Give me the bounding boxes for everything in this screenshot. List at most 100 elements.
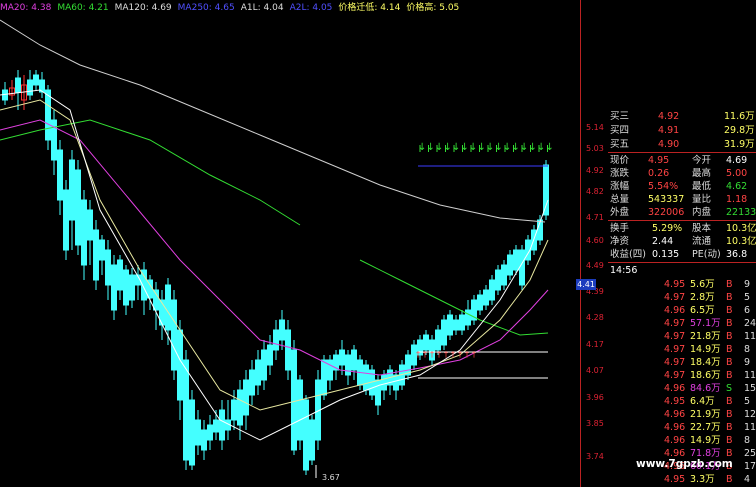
- stat-label: 今开: [692, 155, 712, 166]
- stat-label: 涨幅: [610, 181, 630, 192]
- axis-tick: 3.74: [586, 452, 604, 461]
- candle-body: [201, 429, 207, 451]
- candle-body: [393, 374, 399, 391]
- axis-tick: 4.92: [586, 166, 604, 175]
- sell-marker: †: [444, 350, 448, 359]
- stat-value: 36.8: [726, 249, 748, 260]
- tick-volume: 5.6万: [690, 279, 715, 290]
- stat-value: 1.18: [726, 194, 748, 205]
- tick-side: B: [726, 396, 733, 407]
- candle-body: [57, 149, 63, 201]
- candle-body: [123, 269, 129, 306]
- tick-price: 4.96: [664, 383, 686, 394]
- trade-tick-row: 4.95 5.6万 B 9: [608, 278, 756, 291]
- tick-side: B: [726, 357, 733, 368]
- stat-value: 5.29%: [652, 223, 683, 234]
- sell-marker: †: [430, 350, 434, 359]
- trade-tick-row: 4.96 14.9万 B 8: [608, 434, 756, 447]
- candle-body: [501, 264, 507, 286]
- candle-body: [351, 349, 357, 371]
- candle-body: [75, 169, 81, 246]
- buy-marker: ↓: [478, 142, 486, 153]
- tick-count: 5: [744, 396, 751, 407]
- buy-marker: ↓: [427, 142, 435, 153]
- tick-price: 4.96: [664, 422, 686, 433]
- candle-body: [375, 379, 381, 406]
- candle-body: [441, 319, 447, 346]
- tick-volume: 6.4万: [690, 396, 715, 407]
- stat-value: 543337: [648, 194, 685, 205]
- tick-volume: 14.9万: [690, 344, 721, 355]
- indicator-7: 价格高: 5.05: [406, 3, 460, 13]
- stat-label: 净资: [610, 236, 630, 247]
- tick-volume: 22.7万: [690, 422, 721, 433]
- candle-body: [255, 359, 261, 386]
- candle-body: [231, 399, 237, 421]
- stat-label: 最低: [692, 181, 712, 192]
- candle-body: [477, 294, 483, 311]
- candle-body: [249, 369, 255, 396]
- buy-marker: ↓: [418, 142, 426, 153]
- candle-body: [69, 159, 75, 221]
- buy-marker: ↓: [520, 142, 528, 153]
- axis-tick: 4.07: [586, 366, 604, 375]
- current-price-tag: 4.41: [576, 279, 596, 290]
- stat-label: 内盘: [692, 207, 712, 218]
- tick-price: 4.97: [664, 370, 686, 381]
- tick-count: 4: [744, 474, 751, 485]
- trade-tick-row: 4.95 6.4万 B 5: [608, 395, 756, 408]
- candle-body: [291, 349, 297, 451]
- tick-count: 17: [744, 461, 756, 472]
- candle-body: [423, 334, 429, 351]
- stat-row: 换手 5.29% 股本 10.3亿: [608, 222, 756, 236]
- candle-body: [237, 389, 243, 426]
- stat-value: 5.54%: [648, 181, 679, 192]
- order-book-row: 买四 4.91 29.8万: [608, 124, 756, 138]
- price-axis: 5.14 5.03 4.92 4.82 4.71 4.60 4.49 4.39 4.28 4.17…: [580, 0, 608, 487]
- candle-body: [309, 419, 315, 461]
- tick-side: B: [726, 318, 733, 329]
- buy-marker: ↓: [486, 142, 494, 153]
- buy-marker: ↓: [537, 142, 545, 153]
- trade-time: 14:56: [610, 265, 638, 276]
- candle-body: [129, 274, 135, 301]
- tick-volume: 18.6万: [690, 370, 721, 381]
- candle-body: [519, 249, 525, 286]
- indicator-4: A1L: 4.04: [240, 3, 284, 13]
- stat-value: 0.26: [648, 168, 670, 179]
- tick-count: 6: [744, 305, 751, 316]
- trade-tick-row: 4.96 6.5万 B 6: [608, 304, 756, 317]
- trade-tick-row: 4.96 84.6万 S 15: [608, 382, 756, 395]
- tick-volume: 3.3万: [690, 474, 715, 485]
- tick-price: 4.96: [664, 305, 686, 316]
- candle-body: [63, 189, 69, 251]
- axis-tick: 3.85: [586, 419, 604, 428]
- tick-price: 4.96: [664, 409, 686, 420]
- trade-tick-row: 4.97 57.1万 B 24: [608, 317, 756, 330]
- time-row: 14:56: [608, 264, 756, 278]
- axis-tick: 4.17: [586, 340, 604, 349]
- stat-label: 现价: [610, 155, 630, 166]
- order-book-row: 买三 4.92 11.6万: [608, 110, 756, 124]
- axis-tick: 4.82: [586, 187, 604, 196]
- candle-body: [99, 239, 105, 261]
- tick-side: B: [726, 370, 733, 381]
- trade-tick-row: 4.97 18.4万 B 9: [608, 356, 756, 369]
- trade-tick-row: 4.97 21.8万 B 11: [608, 330, 756, 343]
- candle-body: [345, 354, 351, 376]
- candle-body: [81, 199, 87, 266]
- sell-marker: †: [458, 350, 462, 359]
- quote-panel: 买三 4.92 11.6万 买四 4.91 29.8万 买五 4.90 31.9万 现价 4.95 今…: [608, 110, 756, 487]
- stat-value: 5.00: [726, 168, 748, 179]
- candle-body: [297, 379, 303, 441]
- kline-chart[interactable]: ↓ ↓ ↓ ↓ ↓ ↓ ↓ ↓ ↓ ↓ ↓ ↓ ↓ ↓ ↓ ↓† † † † † † † † †: [0, 0, 580, 487]
- ma120-line: [0, 19, 546, 223]
- candle-body: [213, 419, 219, 433]
- candle-body: [165, 284, 171, 331]
- stat-label: 涨跌: [610, 168, 630, 179]
- candle-body: [267, 344, 273, 366]
- sell-marker: †: [472, 350, 476, 359]
- stat-row: 收益(四) 0.135 PE(动) 36.8: [608, 248, 756, 262]
- axis-tick: 3.96: [586, 393, 604, 402]
- tick-price: 4.96: [664, 435, 686, 446]
